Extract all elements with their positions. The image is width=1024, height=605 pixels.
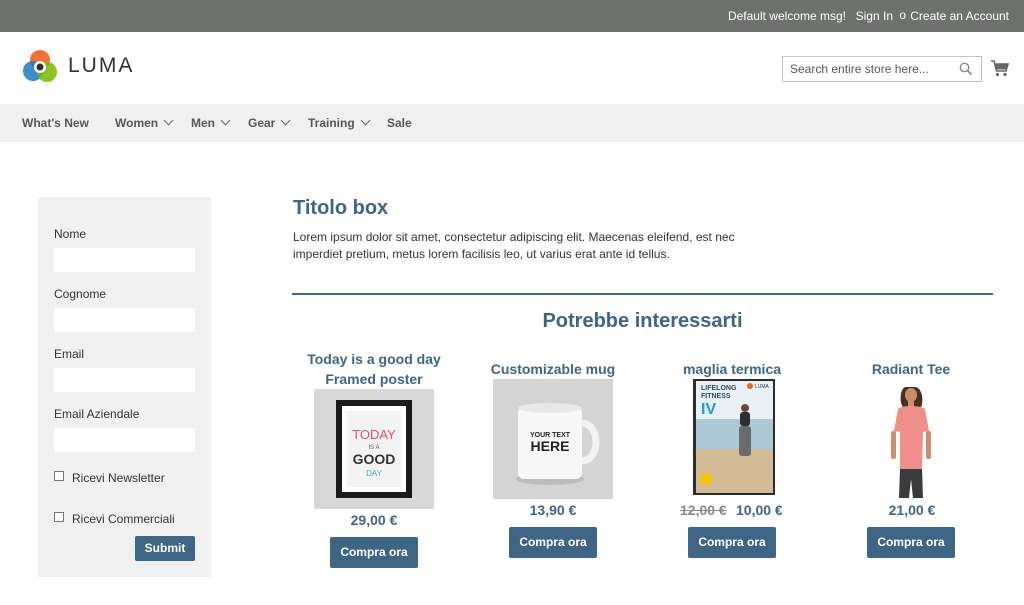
nav-item-men[interactable]: Men (191, 115, 231, 130)
chevron-down-icon (360, 115, 371, 126)
sign-in-link[interactable]: Sign In (856, 9, 893, 23)
nav-item-sale[interactable]: Sale (387, 116, 412, 130)
product-price: 21,00 € (888, 502, 936, 518)
radiant-tee-image[interactable] (882, 381, 942, 499)
cognome-label: Cognome (54, 287, 107, 301)
nav-item-label: Training (308, 116, 355, 130)
submit-button[interactable]: Submit (135, 536, 195, 561)
product-price: 29,00 € (350, 512, 398, 528)
product-price: 13,90 € (529, 502, 577, 518)
poster-text-good: GOOD (353, 451, 396, 467)
dvd-text-lifelong: LIFELONG (701, 385, 737, 392)
framed-poster-image[interactable]: TODAY IS A GOOD DAY (314, 389, 434, 509)
recommendations-title: Potrebbe interessarti (542, 310, 743, 332)
email-field[interactable] (54, 368, 195, 392)
chevron-down-icon (163, 115, 174, 126)
newsletter-checkbox[interactable] (54, 471, 64, 481)
poster-text-day: DAY (366, 469, 383, 478)
main-navigation: What's New Women Men Gear Training Sale (0, 104, 1024, 142)
nav-item-label: Sale (387, 116, 412, 130)
commerciali-label: Ricevi Commerciali (72, 512, 175, 526)
buy-button[interactable]: Compra ora (688, 527, 776, 558)
nav-item-label: What's New (22, 116, 89, 130)
luma-logo-icon[interactable] (22, 49, 58, 85)
product-name-line1: Today is a good day (307, 351, 441, 367)
nome-field[interactable] (54, 248, 195, 272)
search-input[interactable] (783, 57, 953, 81)
product-name[interactable]: Today is a good day Framed poster (289, 349, 459, 389)
box-text: Lorem ipsum dolor sit amet, consectetur … (293, 230, 735, 261)
link-separator: o (899, 8, 906, 22)
buy-button[interactable]: Compra ora (509, 527, 597, 558)
nav-item-whats-new[interactable]: What's New (22, 116, 89, 130)
cognome-field[interactable] (54, 308, 195, 332)
nav-item-label: Women (115, 116, 159, 130)
nav-item-training[interactable]: Training (308, 115, 371, 130)
product-name[interactable]: Radiant Tee (826, 359, 996, 379)
create-account-link[interactable]: Create an Account (910, 9, 1009, 23)
signup-form: Nome Cognome Email Email Aziendale Ricev… (38, 197, 211, 577)
product-name[interactable]: maglia termica (647, 359, 817, 379)
nav-item-label: Men (191, 116, 215, 130)
email-aziendale-label: Email Aziendale (54, 407, 140, 421)
fitness-dvd-image[interactable]: LIFELONG FITNESS IV LUMA (693, 379, 775, 495)
commerciali-checkbox[interactable] (54, 512, 64, 522)
nav-item-gear[interactable]: Gear (248, 115, 291, 130)
nav-item-label: Gear (248, 116, 276, 130)
top-bar: Default welcome msg! Sign In o Create an… (0, 0, 1024, 32)
poster-text-today: TODAY (352, 427, 396, 442)
logo-text[interactable]: LUMA (68, 54, 134, 78)
product-name-line2: Framed poster (325, 371, 423, 387)
email-aziendale-field[interactable] (54, 428, 195, 452)
cart-icon[interactable] (990, 58, 1010, 78)
buy-button[interactable]: Compra ora (330, 537, 418, 568)
email-label: Email (54, 347, 85, 361)
chevron-down-icon (220, 115, 231, 126)
mug-text-line2: HERE (531, 438, 570, 454)
welcome-message: Default welcome msg! (727, 9, 846, 23)
dvd-text-iv: IV (701, 401, 716, 418)
product-name[interactable]: Customizable mug (468, 359, 638, 379)
chevron-down-icon (280, 115, 291, 126)
product-price: 10,00 € (736, 502, 783, 518)
buy-button[interactable]: Compra ora (867, 527, 955, 558)
box-title: Titolo box (293, 197, 389, 219)
nav-item-women[interactable]: Women (115, 115, 174, 130)
newsletter-label: Ricevi Newsletter (72, 471, 165, 485)
search-box[interactable] (782, 56, 982, 82)
dvd-brand: LUMA (755, 384, 770, 390)
nome-label: Nome (54, 227, 87, 241)
customizable-mug-image[interactable]: YOUR TEXT HERE (493, 379, 613, 499)
section-divider (292, 293, 993, 295)
dvd-text-fitness: FITNESS (701, 393, 731, 400)
search-icon[interactable] (959, 62, 973, 76)
